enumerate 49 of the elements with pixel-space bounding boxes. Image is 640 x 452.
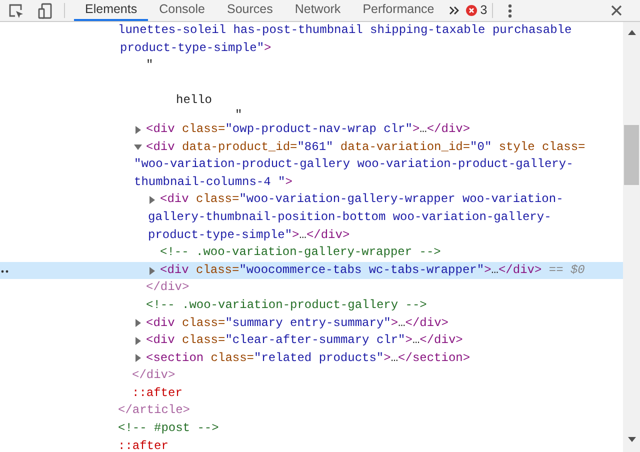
element-tag-line[interactable]: lunettes-soleil has-post-thumbnail shipping-taxable purchasable — [118, 22, 572, 40]
closing-tag[interactable]: </div> — [132, 368, 176, 382]
scrollbar-thumb[interactable] — [624, 125, 639, 185]
collapsed-triangle-icon[interactable] — [148, 196, 156, 204]
selected-row[interactable]: <div class="woocommerce-tabs wc-tabs-wrapper">…</div> == $0 — [0, 262, 623, 280]
error-count[interactable]: 3 — [480, 1, 488, 20]
collapsed-triangle-icon[interactable] — [134, 319, 142, 328]
element-tag-line[interactable]: <section class="related products">…</section> — [146, 350, 470, 368]
html-comment[interactable]: <!-- .woo-variation-product-gallery --> — [146, 298, 427, 312]
element-tag-line[interactable]: gallery-thumbnail-position-bottom woo-variation-gallery- — [148, 208, 552, 227]
collapsed-triangle-icon[interactable] — [134, 336, 142, 345]
collapsed-triangle-icon[interactable] — [134, 354, 142, 362]
chevrons-right-icon[interactable] — [449, 6, 460, 15]
pseudo-element[interactable]: ::after — [132, 386, 182, 400]
element-tag-line[interactable]: <div class="owp-product-nav-wrap clr">…</div> — [146, 120, 470, 139]
element-tag-line[interactable]: <div class="clear-after-summary clr">…</div> — [146, 332, 463, 350]
close-icon[interactable] — [611, 5, 622, 16]
kebab-menu-icon[interactable] — [508, 4, 512, 18]
scroll-down-icon[interactable] — [628, 437, 636, 442]
error-icon[interactable] — [466, 5, 478, 16]
text-node-content[interactable]: hello — [176, 93, 212, 108]
text-node-quote: " — [235, 108, 242, 122]
scroll-up-icon[interactable] — [628, 30, 636, 35]
closing-tag[interactable]: </article> — [118, 403, 190, 418]
closing-tag[interactable]: </div> — [146, 280, 190, 294]
html-comment[interactable]: <!-- #post --> — [118, 421, 219, 436]
element-tag-line[interactable]: <div data-product_id="861" data-variation_id="0" style class= — [146, 138, 586, 156]
panel-tab[interactable]: Network — [284, 0, 352, 21]
element-tag-line[interactable]: <div class="woocommerce-tabs wc-tabs-wrapper">…</div> == $0 — [160, 262, 585, 280]
element-tag-line[interactable]: thumbnail-columns-4 "> — [134, 174, 292, 192]
pseudo-element[interactable]: ::after — [118, 438, 168, 452]
more-icon[interactable] — [1, 270, 9, 273]
device-toolbar-icon[interactable] — [38, 2, 52, 18]
panel-tab[interactable]: Sources — [216, 0, 284, 21]
element-tag-line[interactable]: product-type-simple">…</div> — [148, 226, 350, 244]
html-comment[interactable]: <!-- .woo-variation-gallery-wrapper --> — [160, 245, 441, 260]
panel-tab[interactable]: Elements — [74, 0, 148, 21]
element-tag-line[interactable]: <div class="woo-variation-gallery-wrapper woo-variation- — [160, 191, 564, 209]
collapsed-triangle-icon[interactable] — [134, 126, 142, 134]
text-node-quote: " — [146, 58, 154, 72]
collapsed-triangle-icon[interactable] — [148, 266, 156, 275]
inspect-cursor-icon[interactable] — [8, 2, 24, 18]
expanded-triangle-icon[interactable] — [134, 143, 142, 152]
element-tag-line[interactable]: <div class="summary entry-summary">…</div> — [146, 314, 448, 332]
panel-tab[interactable]: Performance — [352, 0, 446, 21]
panel-tab[interactable]: Console — [148, 0, 216, 21]
element-tag-line[interactable]: product-type-simple"> — [120, 40, 272, 58]
element-tag-line[interactable]: "woo-variation-product-gallery woo-variation-product-gallery- — [134, 156, 574, 174]
scrollbar[interactable] — [623, 22, 640, 452]
